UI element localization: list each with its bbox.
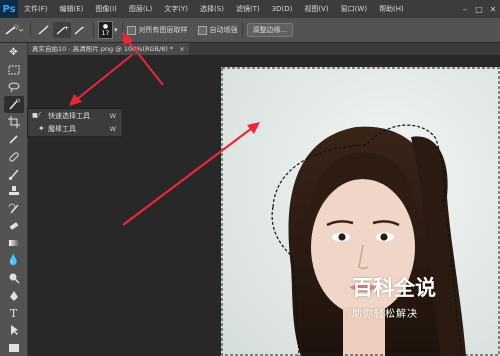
eyedropper-tool[interactable] (4, 131, 24, 147)
new-selection-mode-button[interactable] (35, 22, 53, 38)
refine-edge-button[interactable]: 调整边缘... (246, 23, 294, 37)
move-tool[interactable]: ✥ (4, 44, 24, 60)
history-brush-icon (8, 203, 19, 214)
auto-enhance-checkbox[interactable] (197, 25, 207, 35)
menu-filter[interactable]: 滤镜(T) (230, 4, 266, 14)
flyout-item-shortcut: W (109, 111, 116, 120)
close-button[interactable]: ✕ (486, 5, 500, 14)
clone-stamp-tool[interactable] (4, 183, 24, 199)
rectangle-tool[interactable] (4, 340, 24, 356)
menu-layer[interactable]: 图层(L) (123, 4, 158, 14)
flyout-quick-selection[interactable]: ■ ⁄ 快速选择工具 W (28, 109, 122, 122)
toolbox: ✥ 💧 T (0, 43, 28, 356)
quick-selection-icon (5, 24, 24, 35)
eraser-icon (9, 222, 18, 231)
brush-subtract-icon: - (74, 24, 85, 35)
document-tabs: 真实自拍10 - 高清照片.png @ 100%(RGB/8) * × (28, 43, 500, 55)
tab-close-icon[interactable]: × (179, 45, 184, 53)
dodge-tool[interactable] (4, 270, 24, 286)
brush-new-icon (38, 25, 49, 35)
restore-button[interactable]: □ (472, 5, 486, 14)
chevron-down-icon[interactable]: ▾ (114, 26, 118, 34)
pen-tool[interactable] (4, 287, 24, 303)
stamp-icon (8, 186, 19, 196)
window-controls: – □ ✕ (458, 0, 500, 18)
add-to-selection-button[interactable]: + (53, 22, 71, 38)
subtract-from-selection-button[interactable]: - (71, 22, 89, 38)
watermark-subtitle: 助你轻松解决 (352, 309, 418, 320)
healing-brush-tool[interactable] (4, 148, 24, 164)
brush-icon (8, 169, 19, 180)
minimize-button[interactable]: – (458, 5, 472, 14)
tool-preset-picker[interactable] (0, 22, 26, 38)
rectangle-icon (8, 343, 19, 352)
menu-edit[interactable]: 编辑(E) (54, 4, 90, 14)
brush-size-value: 17 (101, 30, 110, 37)
type-icon: T (9, 306, 18, 320)
menu-select[interactable]: 选择(S) (194, 4, 230, 14)
pen-icon (9, 290, 18, 301)
flyout-item-label: 魔棒工具 (48, 124, 76, 133)
sample-all-layers-checkbox[interactable] (126, 25, 136, 35)
separator (121, 22, 123, 38)
path-selection-icon (10, 325, 18, 336)
flyout-item-label: 快速选择工具 (48, 111, 90, 120)
menu-help[interactable]: 帮助(H) (373, 4, 410, 14)
move-icon: ✥ (9, 46, 18, 58)
auto-enhance-label: 自动增强 (209, 26, 238, 34)
menu-view[interactable]: 视图(V) (298, 4, 334, 14)
path-selection-tool[interactable] (4, 322, 24, 338)
history-brush-tool[interactable] (4, 201, 24, 217)
sample-all-layers-label: 对所有图层取样 (138, 26, 188, 34)
brush-add-icon: + (56, 25, 69, 35)
quick-selection-icon (8, 99, 20, 110)
watermark-title: 百科全说 (352, 276, 436, 300)
separator (30, 22, 31, 38)
type-tool[interactable]: T (4, 305, 24, 321)
flyout-item-shortcut: W (109, 124, 116, 133)
marquee-tool[interactable] (4, 61, 24, 77)
gradient-icon (8, 240, 19, 247)
menu-image[interactable]: 图像(I) (89, 4, 123, 14)
crop-icon (7, 115, 20, 128)
marquee-icon (8, 65, 19, 75)
brush-size-picker[interactable]: ● 17 (98, 21, 113, 39)
bandage-icon (8, 151, 19, 162)
quick-selection-tool[interactable] (3, 96, 24, 113)
separator (93, 22, 94, 38)
blur-tool[interactable]: 💧 (4, 253, 24, 269)
menu-type[interactable]: 文字(Y) (158, 4, 194, 14)
crop-tool[interactable] (4, 114, 24, 130)
document-tab[interactable]: 真实自拍10 - 高清照片.png @ 100%(RGB/8) * × (28, 43, 189, 55)
document-tab-title: 真实自拍10 - 高清照片.png @ 100%(RGB/8) * (32, 45, 174, 53)
watermark: 百科全说 助你轻松解决 (352, 272, 492, 332)
magic-wand-icon: ✦ (38, 124, 45, 133)
separator (241, 22, 243, 38)
brush-dot-icon: ● (102, 23, 109, 30)
menu-window[interactable]: 窗口(W) (335, 4, 373, 14)
menu-file[interactable]: 文件(F) (18, 4, 54, 14)
flyout-magic-wand[interactable]: ✦ 魔棒工具 W (28, 122, 122, 135)
svg-text:+: + (64, 25, 69, 32)
menu-bar: Ps 文件(F) 编辑(E) 图像(I) 图层(L) 文字(Y) 选择(S) 滤… (0, 0, 500, 18)
svg-text:-: - (82, 24, 85, 32)
brush-tool[interactable] (4, 166, 24, 182)
quick-selection-icon: ⁄ (38, 111, 40, 120)
lasso-tool[interactable] (4, 79, 24, 95)
menu-3d[interactable]: 3D(D) (266, 5, 299, 13)
droplet-icon: 💧 (7, 255, 20, 267)
lasso-icon (8, 82, 19, 93)
selection-tool-flyout: ■ ⁄ 快速选择工具 W ✦ 魔棒工具 W (27, 108, 123, 137)
eraser-tool[interactable] (4, 218, 24, 234)
options-bar: + - ● 17 ▾ 对所有图层取样 自动增强 调整边缘... (0, 18, 500, 43)
gradient-tool[interactable] (4, 235, 24, 251)
eyedropper-icon (8, 135, 18, 144)
dodge-icon (9, 273, 19, 284)
photoshop-logo: Ps (0, 0, 18, 18)
